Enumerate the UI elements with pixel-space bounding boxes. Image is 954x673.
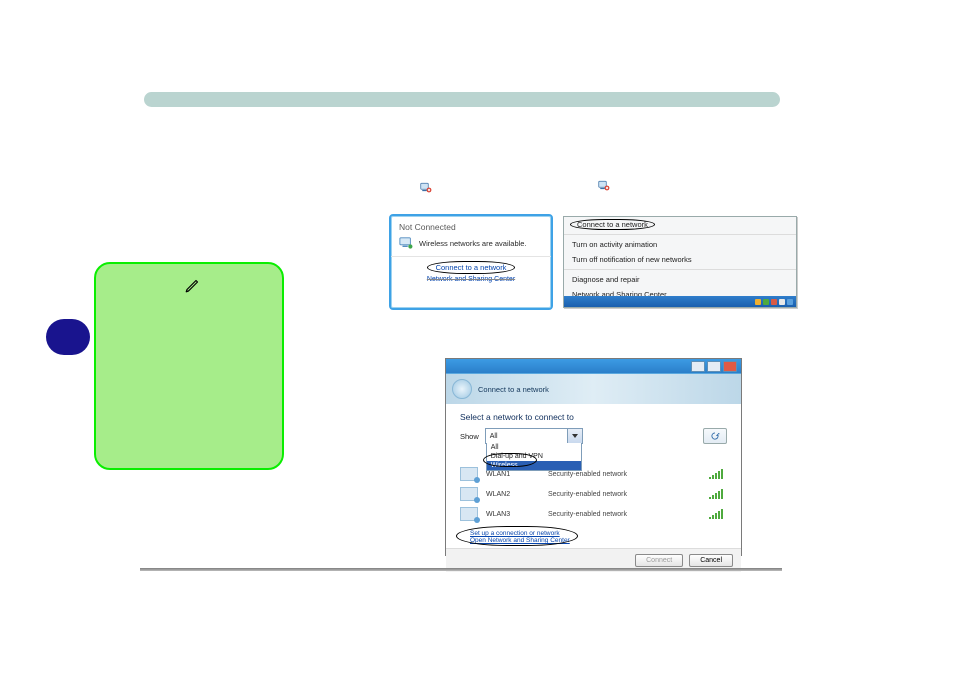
show-dropdown[interactable]: All All Dial-up and VPN Wireless [485, 428, 583, 444]
network-error-icon [420, 181, 432, 193]
network-desc: Security-enabled network [548, 491, 701, 498]
network-icon [460, 507, 478, 521]
dialog-title: Connect to a network [478, 385, 549, 394]
network-desc: Security-enabled network [548, 471, 701, 478]
network-icon [460, 467, 478, 481]
signal-icon [709, 469, 727, 479]
signal-icon [709, 489, 727, 499]
note-box [94, 262, 284, 470]
network-error-icon [598, 179, 610, 191]
network-item[interactable]: WLAN3 Security-enabled network [460, 504, 727, 524]
computer-icon [399, 236, 413, 250]
show-dropdown-list: All Dial-up and VPN Wireless [486, 443, 582, 471]
network-name: WLAN3 [486, 511, 540, 518]
side-tab-marker [46, 319, 90, 355]
dialog-header: Connect to a network [446, 374, 741, 404]
chevron-down-icon [567, 429, 582, 443]
menu-divider [564, 269, 796, 270]
cancel-button[interactable]: Cancel [689, 554, 733, 567]
footer-divider [140, 568, 782, 571]
dialog-footer-links: Set up a connection or network Open Netw… [460, 528, 727, 546]
connect-to-network-dialog: ​ Connect to a network Select a network … [445, 358, 742, 556]
show-option[interactable]: All [487, 443, 581, 452]
connect-button[interactable]: Connect [635, 554, 683, 567]
network-desc: Security-enabled network [548, 511, 701, 518]
network-list: WLAN1 Security-enabled network WLAN2 Sec… [460, 464, 727, 524]
dialog-heading: Select a network to connect to [460, 412, 727, 422]
menu-connect-to-network[interactable]: Connect to a network [570, 219, 655, 230]
menu-divider [564, 234, 796, 235]
close-button[interactable] [723, 361, 737, 372]
show-option[interactable]: Wireless [487, 461, 581, 470]
dialog-titlebar: ​ [446, 359, 741, 374]
network-context-menu: Connect to a network Turn on activity an… [563, 216, 797, 308]
network-sharing-center-link[interactable]: Network and Sharing Center [399, 276, 543, 283]
signal-icon [709, 509, 727, 519]
show-selected: All [486, 433, 498, 440]
connect-to-network-link[interactable]: Connect to a network [427, 261, 516, 274]
menu-turn-off-notification[interactable]: Turn off notification of new networks [564, 252, 796, 267]
network-item[interactable]: WLAN2 Security-enabled network [460, 484, 727, 504]
show-option[interactable]: Dial-up and VPN [487, 452, 581, 461]
refresh-button[interactable] [703, 428, 727, 444]
network-name: WLAN2 [486, 491, 540, 498]
maximize-button[interactable] [707, 361, 721, 372]
minimize-button[interactable] [691, 361, 705, 372]
tray-icon [763, 299, 769, 305]
network-icon [460, 487, 478, 501]
back-button[interactable] [452, 379, 472, 399]
network-name: WLAN1 [486, 471, 540, 478]
tray-icon [779, 299, 785, 305]
pen-icon [184, 276, 202, 294]
menu-diagnose-repair[interactable]: Diagnose and repair [564, 272, 796, 287]
refresh-icon [710, 431, 720, 441]
popup-title: Not Connected [391, 216, 551, 234]
header-divider [144, 92, 780, 107]
setup-connection-link[interactable]: Set up a connection or network [470, 530, 717, 537]
open-network-center-link[interactable]: Open Network and Sharing Center [470, 537, 717, 544]
tray-icon [771, 299, 777, 305]
popup-message: Wireless networks are available. [419, 239, 527, 248]
menu-activity-animation[interactable]: Turn on activity animation [564, 237, 796, 252]
tray-icon [755, 299, 761, 305]
not-connected-popup: Not Connected Wireless networks are avai… [389, 214, 553, 310]
show-label: Show [460, 432, 479, 441]
taskbar [564, 296, 796, 307]
page: Not Connected Wireless networks are avai… [0, 0, 954, 673]
tray-icon [787, 299, 793, 305]
